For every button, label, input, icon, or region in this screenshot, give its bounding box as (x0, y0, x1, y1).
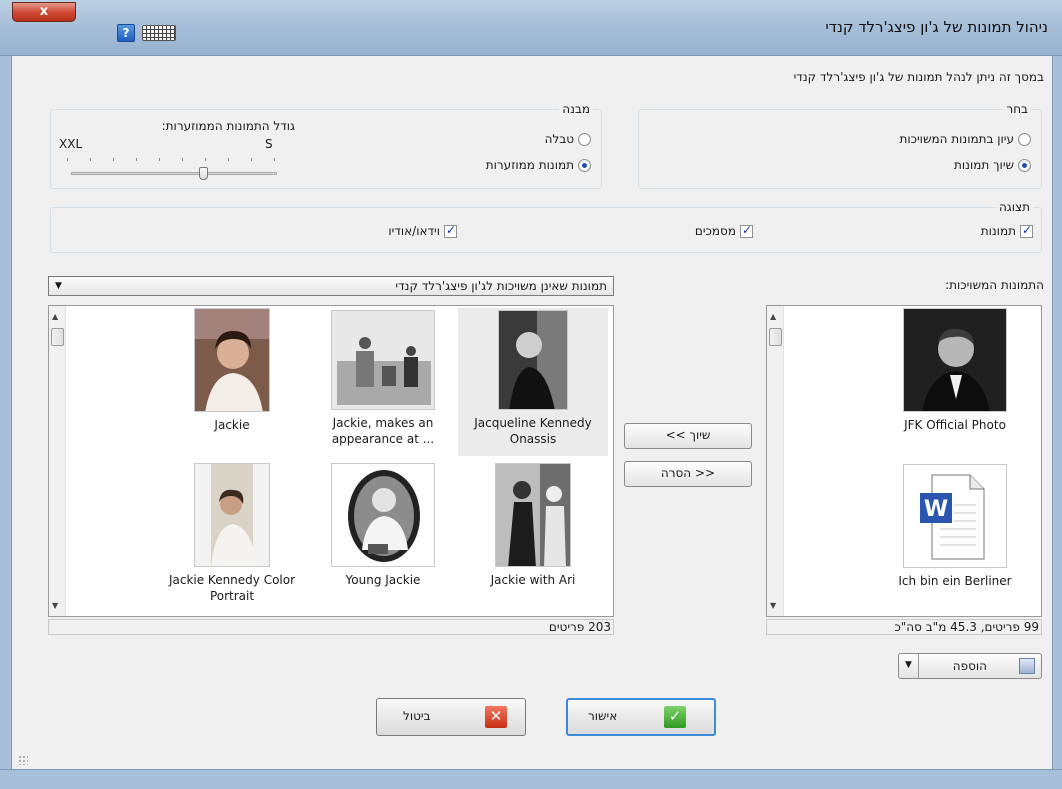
close-button[interactable]: x (12, 2, 76, 22)
radio-table[interactable]: טבלה (545, 132, 591, 146)
unassociated-filter-dropdown[interactable]: תמונות שאינן משויכות לג'ון פיצג'רלד קנדי… (48, 276, 614, 296)
checkbox[interactable] (740, 223, 753, 238)
portrait-photo-icon (194, 308, 270, 412)
cancel-button-label: ביטול (403, 709, 431, 723)
radio-button[interactable] (1018, 132, 1031, 146)
radio-thumbnails[interactable]: תמונות ממוזערות (486, 158, 591, 172)
svg-text:W: W (924, 497, 948, 522)
scroll-thumb[interactable] (769, 328, 782, 346)
unassociated-list-scrollbar[interactable]: ▲ ▼ (49, 306, 66, 616)
description-text: במסך זה ניתן לנהל תמונות של ג'ון פיצג'רל… (793, 70, 1044, 84)
display-group: תצוגה תמונות מסמכים וידאו/אודיו (50, 200, 1042, 253)
display-group-legend: תצוגה (995, 200, 1033, 214)
structure-group: מבנה טבלה תמונות ממוזערות גודל התמונות ה… (50, 102, 602, 189)
list-item[interactable]: Jackie with Ari (458, 463, 608, 613)
cancel-icon: ✕ (485, 706, 507, 728)
select-group-legend: בחר (1003, 102, 1031, 116)
checkbox-label: מסמכים (694, 224, 736, 238)
select-group: בחר עיון בתמונות המשויכות שיוך תמונות (638, 102, 1042, 189)
radio-assign-pictures[interactable]: שיוך תמונות (954, 158, 1031, 172)
list-item[interactable]: JFK Official Photo (875, 308, 1035, 458)
resize-grip[interactable] (18, 755, 28, 765)
associated-heading: התמונות המשויכות: (945, 278, 1044, 292)
scroll-down-icon[interactable]: ▼ (52, 601, 58, 610)
item-caption: Jackie, makes an appearance at ... (331, 416, 435, 446)
thumb-size-slider-thumb[interactable] (199, 167, 208, 180)
scroll-up-icon[interactable]: ▲ (770, 312, 776, 321)
portrait-photo-icon (495, 463, 571, 567)
dropdown-value: תמונות שאינן משויכות לג'ון פיצג'רלד קנדי (395, 279, 607, 293)
ok-button[interactable]: ✓ אישור (566, 698, 716, 736)
list-item[interactable]: Jackie Kennedy Color Portrait (157, 463, 307, 613)
add-button-label: הוספה (952, 659, 987, 673)
item-caption: Jackie Kennedy Color Portrait (168, 573, 296, 603)
item-caption: Ich bin ein Berliner (898, 574, 1012, 588)
cancel-button[interactable]: ✕ ביטול (376, 698, 526, 736)
window-frame-left (0, 56, 12, 789)
list-item[interactable]: Jackie, makes an appearance at ... (308, 308, 458, 456)
radio-button[interactable] (1018, 158, 1031, 172)
portrait-photo-icon (498, 310, 568, 410)
event-photo-icon (331, 310, 435, 410)
radio-button[interactable] (578, 158, 591, 172)
list-item[interactable]: Jacqueline Kennedy Onassis (458, 308, 608, 456)
scroll-down-icon[interactable]: ▼ (770, 601, 776, 610)
checkbox[interactable] (444, 223, 457, 238)
list-item[interactable]: Jackie (157, 308, 307, 456)
list-item[interactable]: W Ich bin ein Berliner (875, 464, 1035, 614)
portrait-photo-icon (331, 463, 435, 567)
item-caption: JFK Official Photo (904, 418, 1006, 432)
assign-button[interactable]: << שיוך (624, 423, 752, 449)
radio-label: עיון בתמונות המשויכות (899, 132, 1014, 146)
checkbox[interactable] (1020, 223, 1033, 238)
chevron-down-icon[interactable]: ▼ (899, 654, 919, 678)
help-button[interactable]: ? (117, 24, 135, 42)
radio-label: תמונות ממוזערות (485, 158, 574, 172)
radio-label: טבלה (544, 132, 574, 146)
window-frame-right (1052, 56, 1062, 789)
radio-button[interactable] (578, 132, 591, 146)
window-title: ניהול תמונות של ג'ון פיצג'רלד קנדי (825, 18, 1048, 36)
add-picture-icon (1019, 658, 1035, 674)
chevron-down-icon: ▼ (55, 281, 62, 291)
structure-group-legend: מבנה (559, 102, 593, 116)
item-caption: Jackie (214, 418, 250, 432)
checkbox-pictures[interactable]: תמונות (980, 223, 1033, 238)
add-button[interactable]: הוספה ▼ (898, 653, 1042, 679)
checkbox-label: וידאו/אודיו (388, 224, 440, 238)
word-document-icon: W (903, 464, 1007, 568)
radio-label: שיוך תמונות (954, 158, 1014, 172)
checkbox-video-audio[interactable]: וידאו/אודיו (388, 223, 457, 238)
radio-browse-associated[interactable]: עיון בתמונות המשויכות (899, 132, 1031, 146)
window-frame-bottom (0, 769, 1062, 789)
checkbox-documents[interactable]: מסמכים (694, 223, 753, 238)
thumb-size-slider-track[interactable] (71, 172, 277, 175)
ok-button-label: אישור (588, 709, 618, 723)
checkmark-icon: ✓ (664, 706, 686, 728)
scroll-thumb[interactable] (51, 328, 64, 346)
item-caption: Jacqueline Kennedy Onassis (474, 416, 592, 446)
item-caption: Young Jackie (345, 573, 421, 587)
unassociated-list[interactable]: ▲ ▼ Jacqueline Kennedy Onassis Jackie, m… (48, 305, 614, 617)
thumb-size-ticks (67, 158, 277, 164)
thumb-size-max-label: XXL (59, 137, 83, 151)
keyboard-icon[interactable] (142, 25, 176, 41)
associated-status: 99 פריטים, 45.3 מ"ב סה"כ (766, 619, 1042, 635)
scroll-up-icon[interactable]: ▲ (52, 312, 58, 321)
portrait-photo-icon (903, 308, 1007, 412)
unassociated-status: 203 פריטים (48, 619, 614, 635)
associated-list[interactable]: ▲ ▼ JFK Official Photo W Ich bin ein Ber… (766, 305, 1042, 617)
remove-button[interactable]: הסרה >> (624, 461, 752, 487)
thumb-size-min-label: S (265, 137, 273, 151)
checkbox-label: תמונות (980, 224, 1016, 238)
associated-list-scrollbar[interactable]: ▲ ▼ (767, 306, 784, 616)
dialog-body: במסך זה ניתן לנהל תמונות של ג'ון פיצג'רל… (12, 56, 1052, 769)
title-bar: x ? ניהול תמונות של ג'ון פיצג'רלד קנדי (0, 0, 1062, 56)
portrait-photo-icon (194, 463, 270, 567)
thumb-size-label: גודל התמונות הממוזערות: (161, 119, 295, 133)
list-item[interactable]: Young Jackie (308, 463, 458, 613)
item-caption: Jackie with Ari (490, 573, 576, 587)
